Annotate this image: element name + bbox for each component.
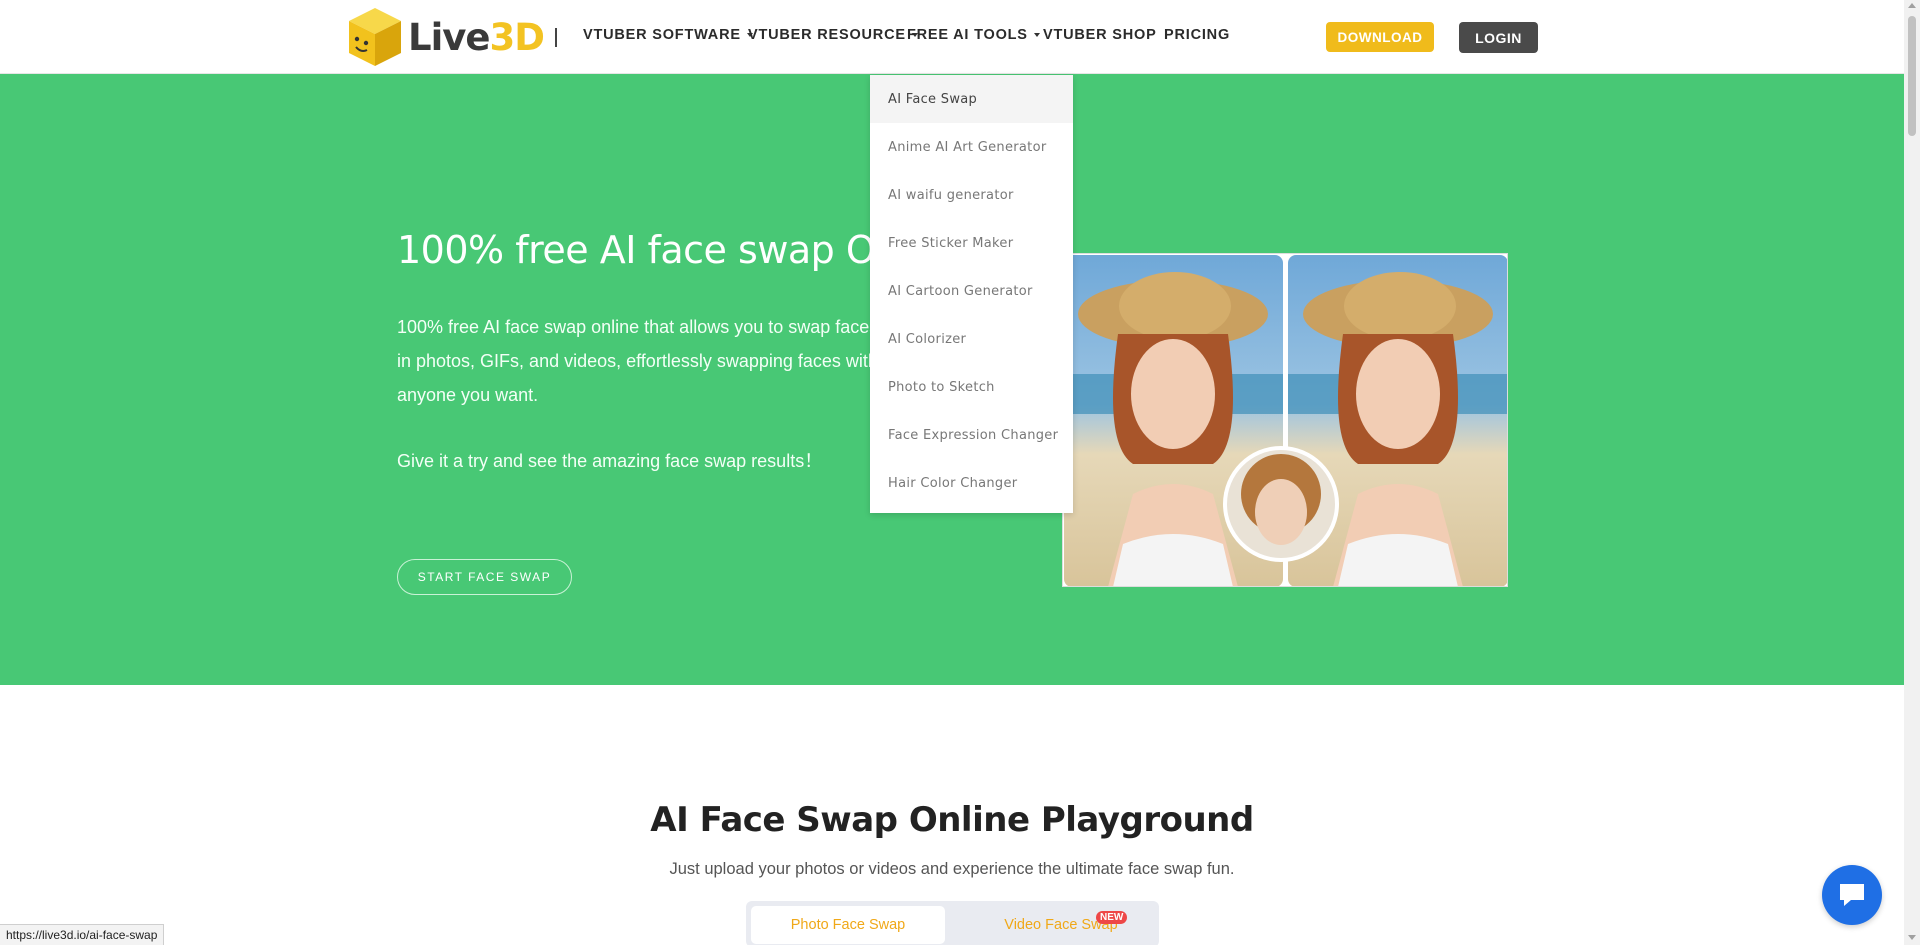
nav-pricing[interactable]: PRICING xyxy=(1164,27,1230,43)
chat-bubble-icon xyxy=(1840,884,1864,906)
nav-free-ai-tools[interactable]: FREE AI TOOLS xyxy=(907,27,1040,43)
new-badge: NEW xyxy=(1096,911,1128,924)
download-button[interactable]: DOWNLOAD xyxy=(1326,22,1434,52)
dropdown-item-anime-ai-art-generator[interactable]: Anime AI Art Generator xyxy=(870,123,1073,171)
hero-subtext: Give it a try and see the amazing face s… xyxy=(397,451,823,471)
nav-vtuber-software[interactable]: VTUBER SOFTWARE xyxy=(583,27,753,43)
dropdown-item-photo-to-sketch[interactable]: Photo to Sketch xyxy=(870,363,1073,411)
logo[interactable]: Live3D xyxy=(346,6,545,68)
nav-separator xyxy=(555,28,557,47)
cube-logo-icon xyxy=(349,8,401,66)
dropdown-item-ai-colorizer[interactable]: AI Colorizer xyxy=(870,315,1073,363)
scroll-up-arrow-icon[interactable] xyxy=(1908,3,1916,8)
start-face-swap-button[interactable]: START FACE SWAP xyxy=(397,559,572,595)
logo-text: Live3D xyxy=(408,15,545,59)
face-swap-illustration xyxy=(1064,255,1507,586)
tab-photo-face-swap[interactable]: Photo Face Swap xyxy=(751,906,945,944)
scroll-thumb[interactable] xyxy=(1908,16,1916,136)
playground-title: AI Face Swap Online Playground xyxy=(650,800,1254,840)
dropdown-item-hair-color-changer[interactable]: Hair Color Changer xyxy=(870,459,1073,507)
playground-subtitle: Just upload your photos or videos and ex… xyxy=(669,860,1235,878)
chat-button[interactable] xyxy=(1822,865,1882,925)
hero-description: 100% free AI face swap online that allow… xyxy=(397,317,879,405)
scroll-down-arrow-icon[interactable] xyxy=(1908,935,1916,940)
free-ai-tools-dropdown: AI Face Swap Anime AI Art Generator AI w… xyxy=(870,75,1073,513)
face-swap-example-image xyxy=(1062,253,1508,587)
dropdown-item-face-expression-changer[interactable]: Face Expression Changer xyxy=(870,411,1073,459)
login-button[interactable]: LOGIN xyxy=(1459,22,1538,53)
face-swap-tabs: Photo Face Swap Video Face Swap xyxy=(746,901,1159,945)
status-bar-url: https://live3d.io/ai-face-swap xyxy=(0,924,165,945)
nav-vtuber-shop[interactable]: VTUBER SHOP xyxy=(1043,27,1157,43)
dropdown-item-ai-cartoon-generator[interactable]: AI Cartoon Generator xyxy=(870,267,1073,315)
dropdown-item-ai-face-swap[interactable]: AI Face Swap xyxy=(870,75,1073,123)
chevron-down-icon xyxy=(1033,33,1040,37)
navbar: Live3D VTUBER SOFTWARE VTUBER RESOURCE F… xyxy=(0,0,1904,74)
page-scrollbar[interactable] xyxy=(1904,0,1920,945)
dropdown-item-ai-waifu-generator[interactable]: AI waifu generator xyxy=(870,171,1073,219)
nav-vtuber-resource[interactable]: VTUBER RESOURCE xyxy=(748,27,918,43)
dropdown-item-free-sticker-maker[interactable]: Free Sticker Maker xyxy=(870,219,1073,267)
